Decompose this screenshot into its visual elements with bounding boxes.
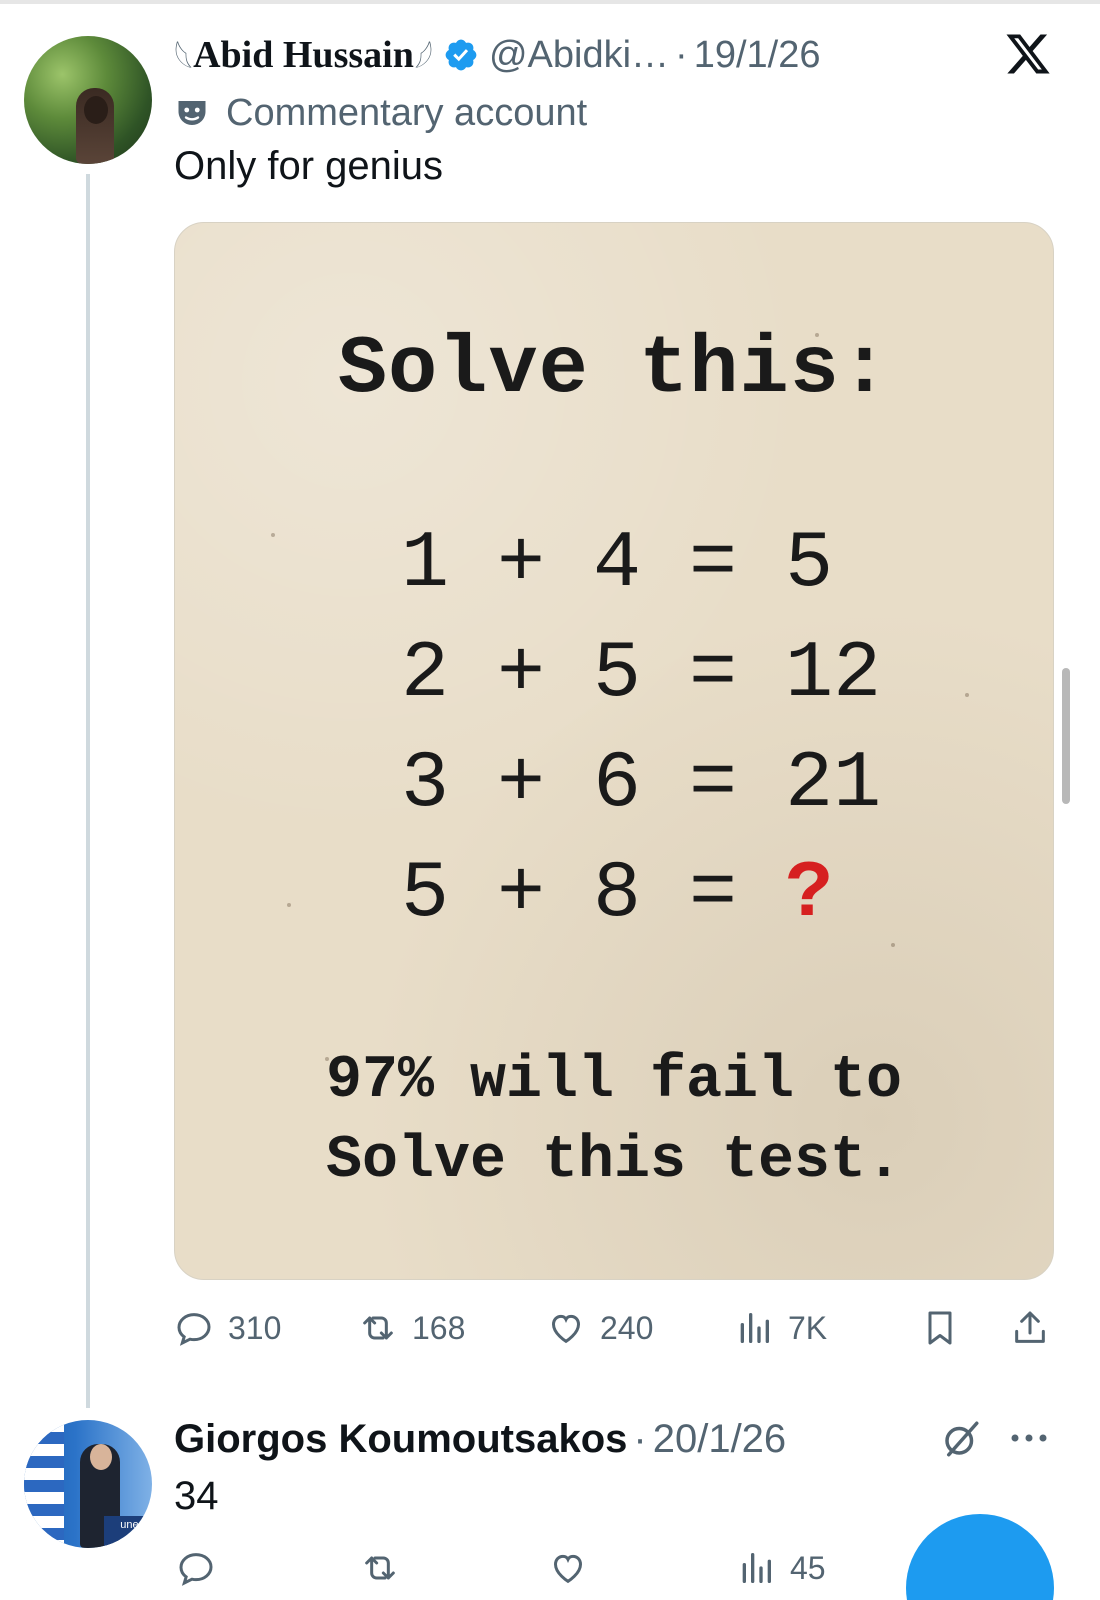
paper-speckle <box>287 903 291 907</box>
thread-connector-line <box>86 174 90 1408</box>
tweet-header: 𓆩 Abid Hussain 𓆪 @Abidki… · 19/1/26 <box>174 30 820 80</box>
puzzle-footer-line-1: 97% will fail to <box>325 1047 903 1115</box>
commentary-label-row: Commentary account <box>174 90 587 136</box>
paper-speckle <box>965 693 969 697</box>
repost-button[interactable]: 168 <box>358 1306 465 1350</box>
equation-3: 3 + 6 = 21 <box>401 739 881 830</box>
equation-1: 1 + 4 = 5 <box>401 519 833 610</box>
reply-author-name[interactable]: Giorgos Koumoutsakos <box>174 1417 627 1462</box>
avatar-podium: unesco <box>104 1516 152 1548</box>
like-button[interactable]: 240 <box>546 1306 653 1350</box>
views-chart-icon <box>740 1313 769 1343</box>
equation-4: 5 + 8 = ? <box>401 849 833 940</box>
verified-badge-icon[interactable] <box>443 37 479 73</box>
compose-fab-button[interactable] <box>906 1514 1054 1600</box>
equation-text: 1 + 4 = 5 <box>401 519 834 610</box>
reply-count: 310 <box>228 1309 282 1346</box>
reply-header: Giorgos Koumoutsakos · 20/1/26 <box>174 1414 786 1464</box>
repost-count: 168 <box>412 1309 466 1346</box>
name-decoration-right: 𓆪 <box>413 42 433 79</box>
tweet-thread-page: 𓆩 Abid Hussain 𓆪 @Abidki… · 19/1/26 Comm… <box>0 0 1100 1600</box>
paper-speckle <box>891 943 895 947</box>
share-icon <box>1015 1311 1045 1343</box>
scrollbar-thumb[interactable] <box>1062 668 1070 804</box>
share-button[interactable] <box>1010 1306 1064 1350</box>
equation-text: 3 + 6 = 21 <box>401 739 882 830</box>
puzzle-footer-line-2: Solve this test. <box>325 1127 903 1195</box>
puzzle-title: Solve this: <box>337 323 891 416</box>
author-display-name[interactable]: Abid Hussain <box>193 33 414 77</box>
repost-icon[interactable] <box>360 1548 400 1588</box>
header-separator: · <box>675 33 688 76</box>
author-handle[interactable]: @Abidki… <box>489 34 669 77</box>
avatar-head <box>90 1444 112 1470</box>
tweet-text: Only for genius <box>174 144 444 188</box>
bookmark-button[interactable] <box>920 1306 974 1350</box>
name-decoration-left: 𓆩 <box>174 42 194 79</box>
top-divider <box>0 0 1100 4</box>
reply-separator: · <box>633 1416 647 1461</box>
x-logo-icon <box>1006 34 1050 74</box>
reply-text: 34 <box>174 1474 219 1518</box>
avatar-head <box>84 96 108 124</box>
equation-text: 2 + 5 = 12 <box>401 629 882 720</box>
equation-2: 2 + 5 = 12 <box>401 629 881 720</box>
equation-text: 5 + 8 = <box>401 849 786 940</box>
reply-icon[interactable] <box>176 1548 216 1588</box>
author-avatar[interactable] <box>24 36 152 164</box>
grok-icon[interactable] <box>940 1418 982 1460</box>
repost-icon <box>363 1316 393 1340</box>
reply-button[interactable]: 310 <box>174 1306 281 1350</box>
views-button[interactable]: 7K <box>734 1306 827 1350</box>
view-count: 7K <box>788 1309 828 1346</box>
reply-view-count: 45 <box>790 1550 826 1586</box>
paper-speckle <box>271 533 275 537</box>
question-mark: ? <box>785 849 834 940</box>
bookmark-icon <box>928 1311 952 1345</box>
reply-author-avatar[interactable]: unesco <box>24 1420 152 1548</box>
reply-icon <box>177 1313 211 1346</box>
tweet-media-image[interactable]: Solve this: 1 + 4 = 5 2 + 5 = 12 3 + 6 =… <box>174 222 1054 1280</box>
tweet-date[interactable]: 19/1/26 <box>694 34 821 77</box>
more-options-icon[interactable] <box>1008 1426 1050 1450</box>
heart-icon[interactable] <box>548 1548 588 1588</box>
like-count: 240 <box>600 1309 654 1346</box>
avatar-flag <box>24 1420 64 1548</box>
heart-icon <box>551 1314 581 1344</box>
views-chart-icon[interactable] <box>736 1548 776 1588</box>
reply-date[interactable]: 20/1/26 <box>653 1417 786 1462</box>
commentary-account-label: Commentary account <box>226 91 588 134</box>
commentary-mask-icon <box>178 101 206 125</box>
